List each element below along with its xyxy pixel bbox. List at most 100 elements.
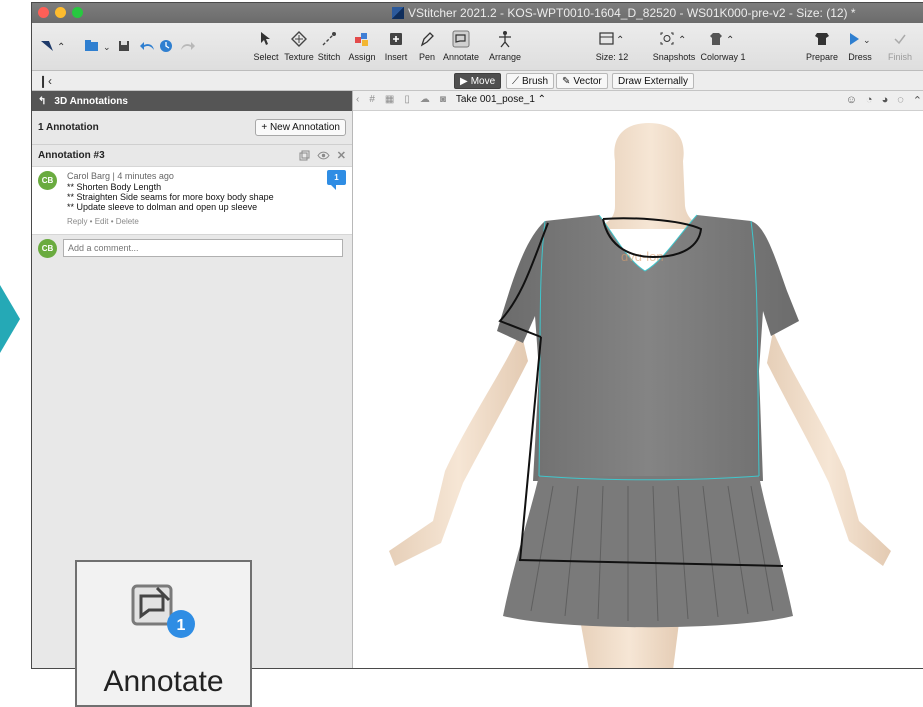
draw-externally-button[interactable]: Draw Externally (612, 73, 695, 89)
tool-insert[interactable]: Insert (382, 29, 410, 62)
tool-annotate[interactable]: Annotate (442, 29, 480, 62)
vector-mode-button[interactable]: ✎ Vector (556, 73, 608, 89)
avatar-left-arm (389, 331, 528, 566)
collapse-panel-icon[interactable]: ❙‹ (38, 74, 52, 88)
avatar: CB (38, 171, 57, 190)
garment-peplum (503, 476, 793, 628)
comment-input[interactable] (63, 239, 343, 257)
title-bar: VStitcher 2021.2 - KOS-WPT0010-1604_D_82… (32, 3, 923, 23)
grid-icon[interactable]: # (369, 94, 375, 105)
mode-strip: ❙‹ ▶ Move ⟋ Brush ✎ Vector Draw External… (32, 71, 923, 91)
snapshots-icon: ⌃ (660, 32, 686, 46)
tool-size[interactable]: ⌃ Size: 12 (594, 29, 630, 62)
tool-colorway[interactable]: ⌃ Colorway 1 (700, 29, 746, 62)
window-title: VStitcher 2021.2 - KOS-WPT0010-1604_D_82… (408, 6, 856, 20)
finish-check-icon (894, 34, 906, 45)
layers-icon[interactable]: ▦ (385, 94, 394, 105)
tool-label: Stitch (317, 52, 341, 62)
comment-badge[interactable]: 1 (327, 170, 346, 190)
zoom-window-button[interactable] (72, 7, 83, 18)
close-icon[interactable]: ✕ (337, 149, 346, 162)
svg-text:⌄: ⌄ (863, 35, 871, 45)
svg-text:⌄: ⌄ (103, 42, 111, 52)
tool-label: Size: 12 (595, 52, 629, 62)
ruler-icon[interactable]: ▯ (404, 94, 410, 105)
svg-text:⌃: ⌃ (57, 42, 65, 53)
annotation-header: Annotation #3 ✕ (32, 145, 352, 167)
new-annotation-button[interactable]: + New Annotation (255, 119, 346, 136)
zoom-label: Annotate (103, 665, 224, 698)
collapse-left-icon[interactable]: ‹ (356, 94, 359, 105)
svg-text:⌃: ⌃ (616, 35, 624, 46)
avatar-right-arm (767, 331, 891, 566)
annotation-count-row: 1 Annotation + New Annotation (32, 111, 352, 145)
zoom-badge: 1 (177, 617, 186, 634)
move-mode-button[interactable]: ▶ Move (454, 73, 502, 89)
brush-mode-button[interactable]: ⟋ Brush (506, 73, 555, 89)
screenshot-stage: VStitcher 2021.2 - KOS-WPT0010-1604_D_82… (0, 0, 923, 707)
3d-viewport: ‹ # ▦ ▯ ☁ ◙ Take 001_pose_1 ⌃ ☺ ◔ ◕ ◌ ⌃ (353, 91, 923, 669)
tool-label: Pen (418, 52, 435, 62)
avatar-view-icon[interactable]: ☺ (846, 94, 857, 107)
brand-menu-icon[interactable]: ⌃ (40, 39, 74, 53)
tool-assign[interactable]: Assign (348, 29, 376, 62)
avatar-neck (589, 123, 713, 229)
comment-actions[interactable]: Reply • Edit • Delete (67, 217, 139, 226)
folder-icon[interactable]: ⌄ (84, 39, 114, 53)
tool-texture[interactable]: Texture (284, 29, 314, 62)
tool-select[interactable]: Select (252, 29, 280, 62)
tool-label: Colorway 1 (700, 52, 746, 62)
panel-header: ↰ 3D Annotations (32, 91, 352, 111)
tool-arrange[interactable]: Arrange (488, 29, 522, 62)
redo-icon[interactable] (179, 39, 195, 53)
tool-dress[interactable]: ⌄ Dress (844, 29, 876, 62)
annotation-count: 1 Annotation (38, 122, 99, 133)
avatar: CB (38, 239, 57, 258)
tool-prepare[interactable]: Prepare (802, 29, 842, 62)
undo-icon[interactable] (140, 39, 156, 53)
history-icon[interactable] (159, 39, 173, 53)
tool-snapshots[interactable]: ⌃ Snapshots (652, 29, 696, 62)
tool-finish[interactable]: Finish (884, 29, 916, 62)
tool-label: Finish (887, 52, 912, 62)
colorway-icon: ⌃ (710, 33, 734, 46)
panel-title: 3D Annotations (54, 95, 128, 107)
tool-label: Dress (848, 52, 872, 62)
tool-stitch[interactable]: Stitch (316, 29, 342, 62)
tool-label: Snapshots (652, 52, 696, 62)
annotation-title: Annotation #3 (38, 150, 105, 161)
avatar-garment-render[interactable]: ɑvɑ-lon (353, 111, 923, 669)
camera-icon[interactable]: ◙ (440, 94, 446, 105)
arrange-icon (499, 31, 511, 48)
avatar-side-icon[interactable]: ◔ (866, 94, 873, 107)
window-controls (38, 7, 83, 18)
minimize-window-button[interactable] (55, 7, 66, 18)
main-toolbar: ⌃ ⌄ Select Texture Stitch Assign Insert … (32, 23, 923, 71)
annotate-zoom-icon: 1 (131, 584, 195, 638)
cloud-icon[interactable]: ☁ (420, 94, 430, 105)
avatar-back-icon[interactable]: ◕ (882, 94, 889, 107)
avatar-options-icon[interactable]: ⌃ (913, 94, 922, 107)
take-select[interactable]: Take 001_pose_1 ⌃ (456, 94, 546, 105)
copy-icon[interactable] (299, 150, 310, 161)
draw-externally-label: Draw Externally (618, 75, 689, 87)
texture-icon (291, 31, 307, 47)
back-arrow-icon[interactable]: ↰ (38, 96, 46, 107)
play-icon: ▶ (460, 75, 468, 87)
vector-pen-icon: ✎ (562, 75, 571, 87)
tool-label: Texture (284, 52, 314, 62)
tool-label: Insert (384, 52, 408, 62)
mode-label: Move (470, 75, 496, 87)
dress-play-icon: ⌄ (850, 33, 871, 45)
comment-item: CB Carol Barg | 4 minutes ago ** Shorten… (32, 167, 352, 235)
avatar-outline-icon[interactable]: ◌ (897, 94, 904, 107)
close-window-button[interactable] (38, 7, 49, 18)
tool-label: Select (253, 52, 279, 62)
mode-label: Vector (573, 75, 602, 87)
tool-pen[interactable]: Pen (416, 29, 438, 62)
prepare-icon (815, 33, 829, 45)
save-icon[interactable] (118, 39, 130, 53)
comment-line: ** Shorten Body Length (67, 182, 162, 192)
svg-text:⌃: ⌃ (726, 35, 734, 46)
eye-icon[interactable] (317, 151, 330, 160)
